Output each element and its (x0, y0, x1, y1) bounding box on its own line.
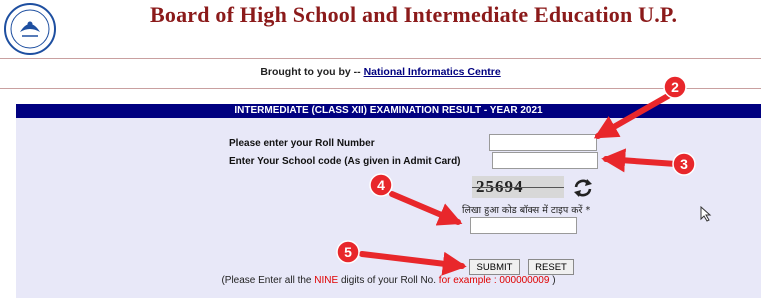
marker-badge-5: 5 (336, 240, 360, 264)
annotation-overlay: 2 3 4 5 (336, 75, 696, 276)
marker-label-5: 5 (344, 244, 352, 260)
marker-label-2: 2 (671, 79, 679, 95)
marker-label-4: 4 (377, 177, 385, 193)
marker-badge-4: 4 (369, 173, 393, 197)
marker-badge-3: 3 (672, 152, 696, 176)
arrow-4-icon (389, 191, 463, 226)
marker-badge-2: 2 (663, 75, 687, 99)
arrow-5-icon (359, 251, 467, 276)
arrow-3-icon (601, 148, 679, 173)
marker-label-3: 3 (680, 156, 688, 172)
arrow-2-icon (593, 93, 671, 139)
